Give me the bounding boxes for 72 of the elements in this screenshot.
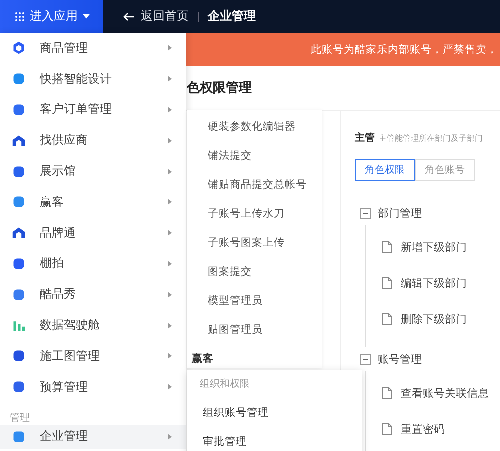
grid-icon [15,12,25,22]
role-description: 主管能管理所在部门及子部门 [379,133,483,144]
app-menu-button[interactable]: 进入应用 [0,0,103,33]
chevron-icon [168,199,172,206]
submenu-item[interactable]: 模型管理员 [187,286,322,315]
submenu-item[interactable]: 铺法提交 [187,141,322,170]
file-icon [382,423,392,435]
chevron-icon [168,353,172,360]
arch-icon [12,134,26,148]
role-name: 主管 [355,131,375,145]
tree-leaf[interactable]: 重置密码 [401,422,445,436]
tree-node[interactable]: 账号管理 [378,352,422,366]
chevron-icon [168,138,172,144]
app-menu-item[interactable]: 赢客 [0,186,186,218]
app-menu-item[interactable]: 预算管理 [0,372,186,403]
tree-leaf[interactable]: 新增下级部门 [401,240,467,254]
arch-icon [12,226,26,240]
tree-leaf[interactable]: 查看账号关联信息 [401,386,489,400]
app-icon [12,256,26,271]
submenu-item[interactable]: 子账号图案上传 [187,228,322,257]
role-tab[interactable]: 角色权限 [355,159,415,181]
tree-leaf[interactable]: 编辑下级部门 [401,276,467,290]
collapse-icon[interactable] [360,354,371,364]
chevron-icon [168,106,172,113]
app-menu-item[interactable]: 棚拍 [0,248,186,280]
file-icon [382,387,392,399]
chevron-icon [168,322,172,329]
chevron-icon [168,45,172,52]
app-menu-item[interactable]: 酷品秀 [0,279,186,310]
bar-chart-icon [12,318,26,333]
chevron-icon [168,434,172,440]
chevron-icon [168,260,172,267]
submenu-item[interactable]: 铺贴商品提交总帐号 [187,170,322,199]
app-menu-item[interactable]: 企业管理 [0,424,186,449]
caret-icon [83,14,90,19]
app-icon [12,195,26,210]
chevron-icon [168,384,172,390]
app-icon [12,288,26,302]
breadcrumb-current: 企业管理 [208,8,256,25]
popup-menu-item[interactable]: 组织账号管理 [187,398,362,427]
tree-node[interactable]: 部门管理 [378,206,422,220]
submenu-item[interactable]: 图案提交 [187,257,322,286]
popup-menu-item[interactable]: 审批管理 [187,427,362,451]
submenu-item[interactable]: 贴图管理员 [187,315,322,344]
app-menu-item[interactable]: 施工图管理 [0,340,186,372]
submenu-group-label: 赢客 [191,352,215,366]
chevron-icon [168,230,172,236]
app-menu-item[interactable]: 品牌通 [0,218,186,249]
collapse-icon[interactable] [360,208,371,218]
file-icon [382,313,392,325]
chevron-icon [168,292,172,298]
app-icon [12,380,26,394]
chevron-icon [168,168,172,175]
tree-leaf[interactable]: 删除下级部门 [401,312,467,326]
app-icon [12,164,26,179]
popup-group-label: 组织和权限 [199,378,251,392]
back-arrow-icon [123,12,135,22]
app-icon [12,72,26,86]
app-menu-item[interactable]: 找供应商 [0,125,186,156]
submenu-item[interactable]: 硬装参数化编辑器 [187,112,322,141]
app-icon [12,430,26,444]
submenu-item[interactable]: 子账号上传水刀 [187,199,322,228]
back-link[interactable]: 返回首页 [123,8,189,25]
menu-section-label: 管理 [9,412,31,425]
file-icon [382,241,392,253]
hexagon-icon [12,41,26,56]
chevron-icon [168,76,172,82]
app-icon [12,349,26,364]
app-icon [12,102,26,117]
file-icon [382,277,392,289]
app-menu-item[interactable]: 数据驾驶舱 [0,310,186,341]
app-menu-item[interactable]: 展示馆 [0,156,186,187]
